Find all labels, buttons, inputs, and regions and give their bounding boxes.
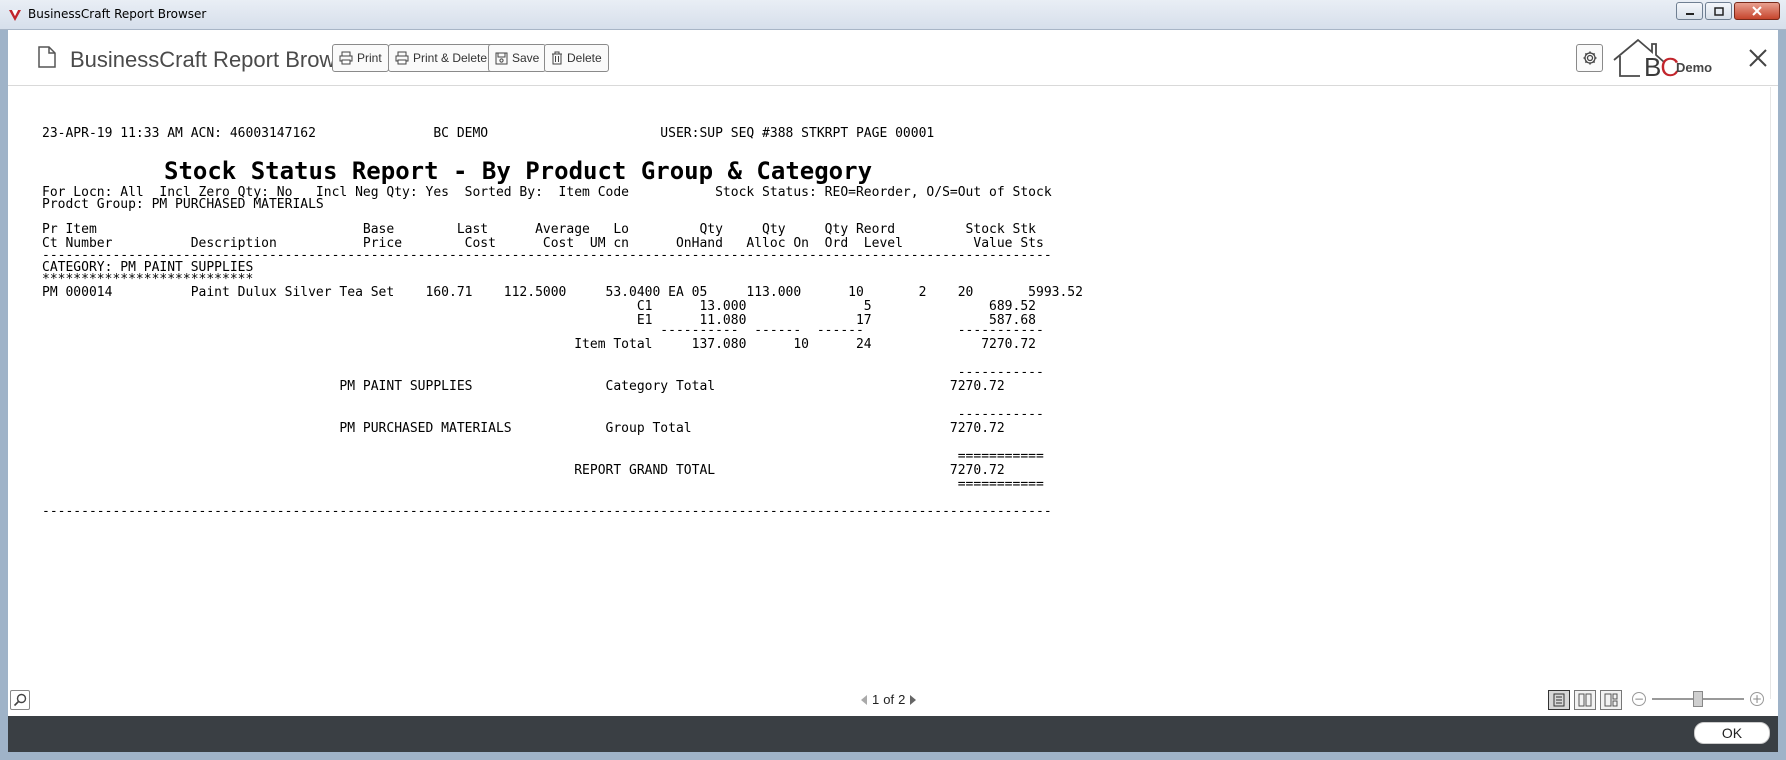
search-button[interactable] [10,690,30,710]
zoom-slider[interactable] [1652,691,1744,707]
category-total-row: PM PAINT SUPPLIES Category Total 7270.72 [42,379,1005,394]
report-end-rule: ----------------------------------------… [42,504,1052,519]
single-page-view-button[interactable] [1548,690,1570,710]
grand-total-row: REPORT GRAND TOTAL 7270.72 [42,463,1005,478]
maximize-button[interactable] [1705,2,1732,20]
restore-icon [1713,7,1724,16]
bottom-bar: OK [8,716,1778,752]
gear-icon [1583,51,1596,65]
total-pages: 2 [898,692,906,707]
print-label: Print [357,51,382,65]
zoom-slider-thumb[interactable] [1693,691,1703,707]
zoom-out-icon[interactable]: − [1632,692,1646,706]
print-delete-button[interactable]: Print & Delete [388,44,495,72]
category-subtotal-rule: ----------- [42,365,1044,380]
save-icon [495,52,508,64]
zoom-in-icon[interactable]: + [1750,692,1764,706]
window-controls [1676,2,1780,20]
search-icon [13,693,27,707]
multi-page-icon [1604,693,1618,707]
two-page-view-button[interactable] [1574,690,1596,710]
report-header-line: 23-APR-19 11:33 AM ACN: 46003147162 BC D… [42,126,935,141]
group-total-row: PM PURCHASED MATERIALS Group Total 7270.… [42,421,1005,436]
next-page-icon[interactable] [909,694,917,706]
report-page: 23-APR-19 11:33 AM ACN: 46003147162 BC D… [8,87,1770,699]
grand-total-rule-top: =========== [42,449,1044,464]
app-logo-icon [9,10,21,21]
group-subtotal-rule: ----------- [42,407,1044,422]
page-navigator: 1 of 2 [860,692,917,707]
trash-icon [552,51,562,65]
window-titlebar[interactable]: BusinessCraft Report Browser [0,0,1786,30]
column-header-row-1: Pr Item Base Last Average Lo Qty Qty Qty… [42,222,1036,237]
multi-page-view-button[interactable] [1600,690,1622,710]
report-scrollbar[interactable] [1770,87,1778,699]
company-name: Demo [1676,60,1713,75]
app-title: BusinessCraft Report Browser [70,47,366,72]
save-button[interactable]: Save [488,44,547,72]
minimize-icon [1685,13,1694,15]
document-icon [38,46,56,68]
zoom-control: − + [1632,691,1764,707]
item-location-row: C1 13.000 5 689.52 [42,299,1036,314]
page-of-label: of [883,692,895,707]
window-close-button[interactable] [1734,2,1780,20]
delete-label: Delete [567,51,602,65]
report-title: Stock Status Report - By Product Group &… [164,157,873,185]
close-icon [1749,49,1767,67]
two-page-icon [1578,693,1592,707]
delete-button[interactable]: Delete [544,44,609,72]
single-page-icon [1553,693,1565,707]
grand-total-rule-bottom: =========== [42,477,1044,492]
previous-page-icon[interactable] [860,694,868,706]
minimize-button[interactable] [1676,2,1703,20]
item-row: PM 000014 Paint Dulux Silver Tea Set 160… [42,285,1083,300]
brand-logo-text: BC [1644,52,1679,82]
report-group-line: Prodct Group: PM PURCHASED MATERIALS [42,197,324,212]
close-icon [1752,6,1762,16]
print-delete-label: Print & Delete [413,51,488,65]
close-browser-button[interactable] [1740,40,1776,76]
save-label: Save [512,51,540,65]
print-button[interactable]: Print [332,44,389,72]
window-title: BusinessCraft Report Browser [28,7,207,21]
report-browser: BusinessCraft Report Browser Print Print… [8,30,1778,752]
printer-icon [339,51,353,65]
printer-icon [395,51,409,65]
toolbar: BusinessCraft Report Browser Print Print… [8,30,1778,86]
settings-button[interactable] [1576,44,1603,72]
item-subtotal-rule: ---------- ------ ------ ----------- [42,323,1044,338]
item-total-row: Item Total 137.080 10 24 7270.72 [42,337,1036,352]
ok-button[interactable]: OK [1694,722,1770,744]
current-page: 1 [872,692,880,707]
view-mode-buttons [1548,690,1622,710]
